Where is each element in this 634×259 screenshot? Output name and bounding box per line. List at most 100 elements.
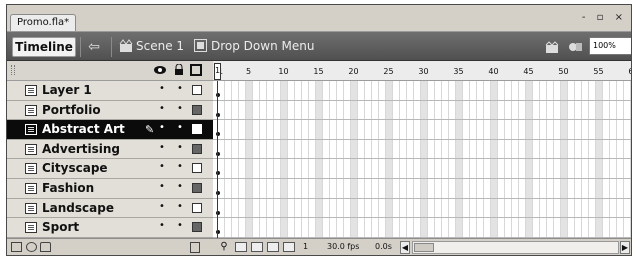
scene-breadcrumb[interactable]: Scene 1 — [136, 39, 184, 53]
eye-icon[interactable] — [153, 65, 167, 75]
frame-row[interactable] — [213, 199, 631, 219]
playhead[interactable]: 1 — [214, 63, 221, 80]
layer-name[interactable]: Advertising — [42, 142, 120, 156]
window-controls[interactable]: - ▫ × — [582, 12, 627, 23]
zoom-field[interactable]: 100% — [589, 37, 631, 55]
current-frame: 1 — [303, 242, 309, 251]
ruler-tick-label: 25 — [383, 67, 394, 76]
ruler-tick-label: 35 — [453, 67, 464, 76]
visibility-dot[interactable]: • — [159, 181, 165, 192]
layer-row[interactable]: Landscape • • — [7, 198, 213, 219]
onion-skin-outlines-icon[interactable] — [251, 242, 263, 252]
layer-icon — [25, 124, 37, 136]
outline-color-box[interactable] — [192, 183, 202, 193]
edit-scene-icon[interactable] — [545, 40, 561, 54]
back-arrow-icon[interactable]: ⇦ — [85, 38, 103, 56]
lock-dot[interactable]: • — [177, 142, 183, 153]
elapsed-time: 0.0s — [375, 242, 392, 251]
ruler-tick-label: 30 — [418, 67, 429, 76]
ruler-tick-label: 20 — [348, 67, 359, 76]
modify-onion-markers-icon[interactable] — [283, 242, 295, 252]
outline-icon[interactable] — [190, 64, 202, 76]
layer-header — [7, 61, 213, 81]
outline-color-box[interactable] — [192, 104, 202, 115]
lock-dot[interactable]: • — [177, 201, 183, 212]
center-frame-icon[interactable]: ⚲ — [219, 241, 229, 253]
visibility-dot[interactable]: • — [159, 201, 165, 212]
ruler-tick-label: 15 — [313, 67, 324, 76]
visibility-dot[interactable]: • — [159, 103, 165, 114]
visibility-dot[interactable]: • — [159, 220, 165, 231]
grip-handle[interactable] — [11, 65, 15, 75]
trash-icon[interactable] — [190, 242, 200, 253]
layer-icon — [25, 104, 37, 116]
frame-row[interactable] — [213, 120, 631, 140]
frame-row[interactable] — [213, 140, 631, 160]
layer-row[interactable]: Sport • • — [7, 218, 213, 238]
onion-skin-icon[interactable] — [235, 242, 247, 252]
layer-icon — [25, 143, 37, 155]
symbol-breadcrumb[interactable]: Drop Down Menu — [211, 39, 314, 53]
edit-symbols-icon[interactable] — [568, 40, 584, 54]
layer-row[interactable]: Layer 1 • • — [7, 81, 213, 101]
outline-color-box[interactable] — [192, 85, 202, 95]
timeline-button[interactable]: Timeline — [12, 37, 76, 57]
layer-row[interactable]: Fashion • • — [7, 179, 213, 199]
edit-bar: Timeline ⇦ Scene 1 Drop Down Menu 100% — [7, 31, 631, 61]
playhead-line[interactable] — [217, 81, 218, 238]
layer-name[interactable]: Portfolio — [42, 103, 101, 117]
layer-icon — [25, 222, 37, 234]
lock-dot[interactable]: • — [177, 161, 183, 172]
layer-name[interactable]: Cityscape — [42, 161, 108, 175]
layer-row[interactable]: Cityscape • • — [7, 159, 213, 179]
frame-row[interactable] — [213, 81, 631, 101]
outline-color-box[interactable] — [192, 202, 202, 213]
layer-row[interactable]: Abstract Art ✎ • • — [7, 120, 213, 140]
layer-name[interactable]: Layer 1 — [42, 83, 92, 97]
layer-name[interactable]: Landscape — [42, 201, 114, 215]
scroll-right-arrow[interactable]: ▶ — [620, 241, 630, 254]
new-layer-icon[interactable] — [11, 242, 22, 252]
lock-dot[interactable]: • — [177, 220, 183, 231]
outline-color-box[interactable] — [192, 143, 202, 154]
outline-color-box[interactable] — [192, 163, 202, 174]
frame-row[interactable] — [213, 101, 631, 121]
visibility-dot[interactable]: • — [159, 83, 165, 94]
ruler-tick-label: 55 — [593, 67, 604, 76]
visibility-dot[interactable]: • — [159, 161, 165, 172]
layer-name[interactable]: Sport — [42, 220, 79, 234]
visibility-dot[interactable]: • — [159, 122, 165, 133]
edit-multiple-frames-icon[interactable] — [267, 242, 279, 252]
frame-ruler[interactable]: 151015202530354045505560 — [213, 61, 631, 81]
separator — [80, 37, 81, 57]
frame-row[interactable] — [213, 179, 631, 199]
scroll-left-arrow[interactable]: ◀ — [400, 241, 410, 254]
frame-row[interactable] — [213, 218, 631, 238]
lock-icon[interactable] — [174, 64, 184, 76]
layer-row[interactable]: Advertising • • — [7, 139, 213, 160]
pencil-icon: ✎ — [145, 123, 155, 137]
layer-icon — [25, 85, 37, 96]
layer-icon — [25, 163, 37, 175]
new-folder-icon[interactable] — [40, 242, 51, 252]
layer-row[interactable]: Portfolio • • — [7, 100, 213, 121]
frame-rate[interactable]: 30.0 fps — [327, 242, 359, 251]
document-tab[interactable]: Promo.fla* — [10, 14, 77, 31]
horizontal-scrollbar[interactable] — [412, 241, 619, 254]
frame-row[interactable] — [213, 159, 631, 179]
layer-icon — [25, 183, 37, 194]
layer-name[interactable]: Abstract Art — [42, 122, 125, 136]
lock-dot[interactable]: • — [177, 103, 183, 114]
outline-color-box[interactable] — [192, 222, 202, 233]
frame-grid[interactable] — [213, 81, 631, 238]
lock-dot[interactable]: • — [177, 83, 183, 94]
lock-dot[interactable]: • — [177, 122, 183, 133]
scroll-thumb[interactable] — [414, 243, 434, 252]
outline-color-box[interactable] — [192, 124, 202, 135]
button-symbol-icon — [194, 39, 207, 52]
timeline-panel: Promo.fla* - ▫ × Timeline ⇦ Scene 1 Drop… — [6, 4, 632, 256]
add-motion-guide-icon[interactable] — [26, 242, 37, 252]
lock-dot[interactable]: • — [177, 181, 183, 192]
visibility-dot[interactable]: • — [159, 142, 165, 153]
layer-name[interactable]: Fashion — [42, 181, 94, 195]
